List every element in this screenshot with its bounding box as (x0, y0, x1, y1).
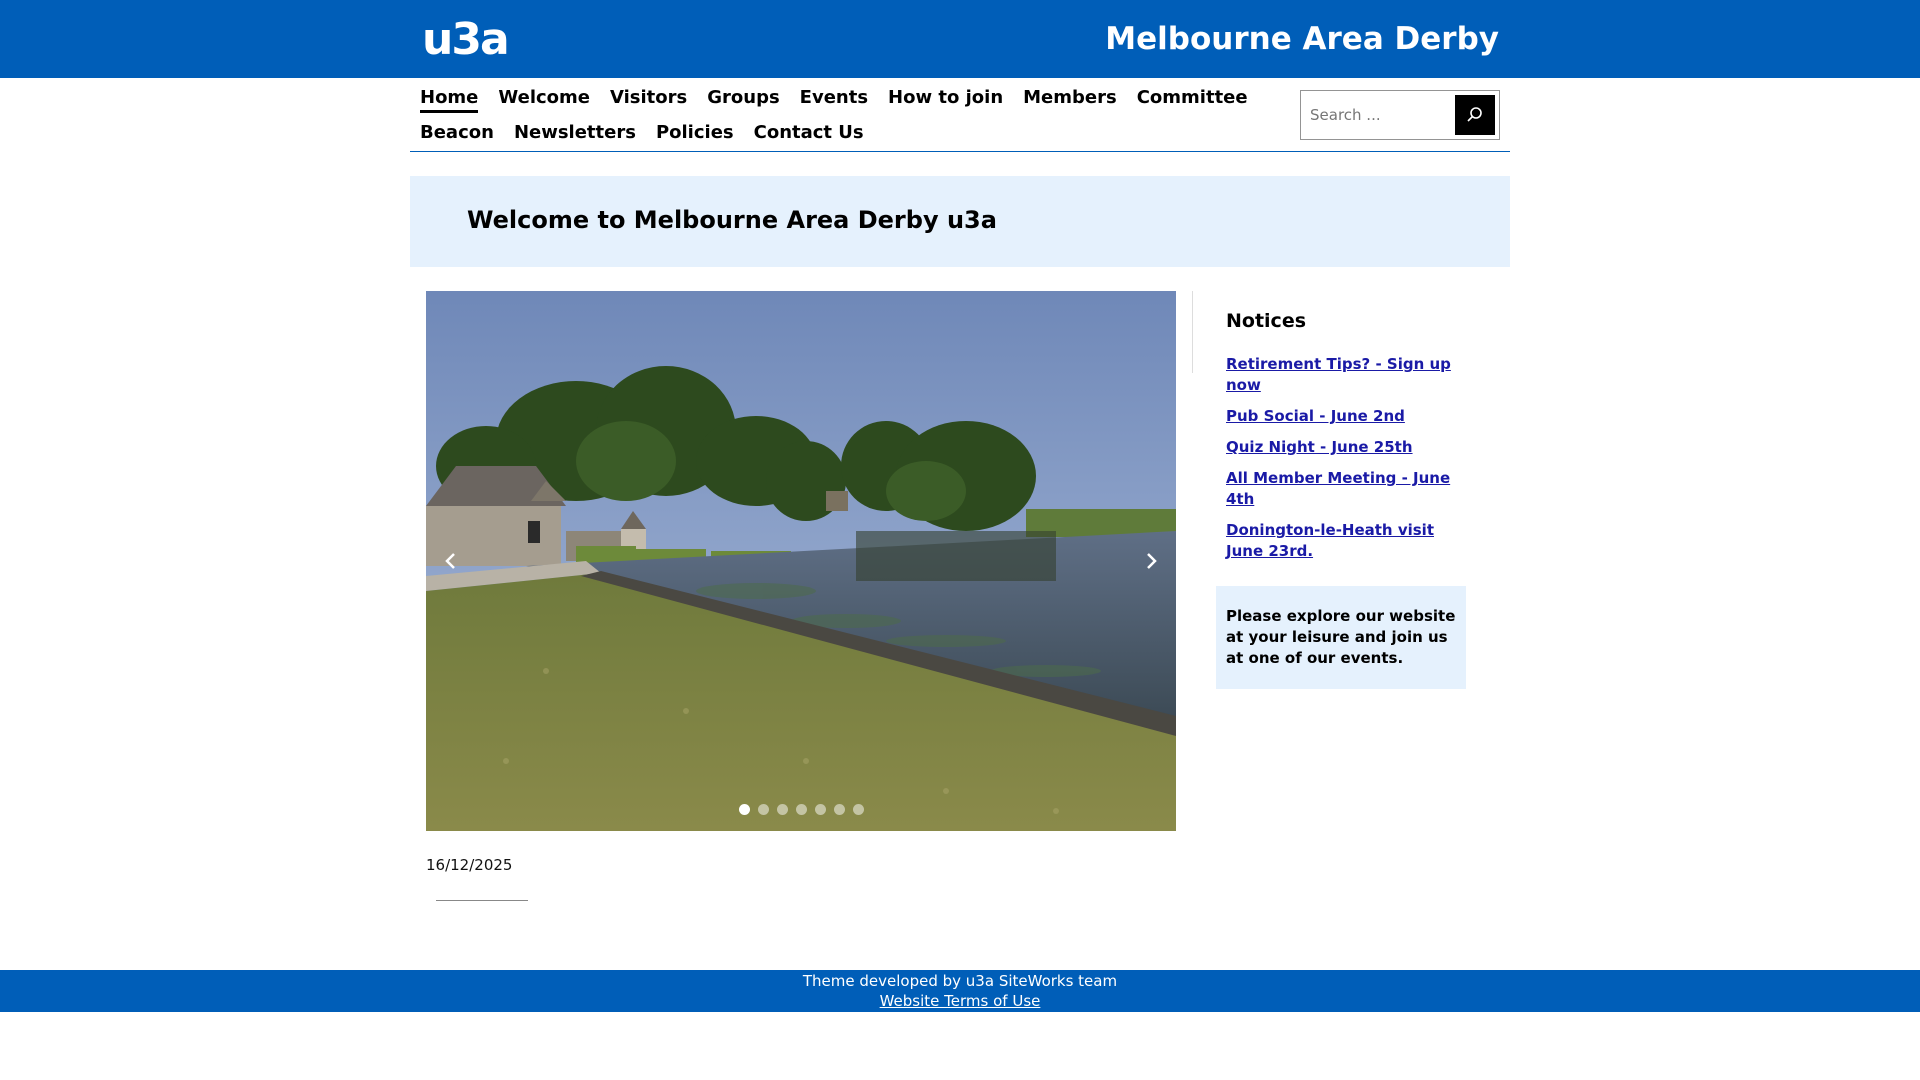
nav-item-beacon[interactable]: Beacon (420, 121, 494, 145)
nav-item-contact-us[interactable]: Contact Us (754, 121, 864, 145)
nav-item-policies[interactable]: Policies (656, 121, 734, 145)
list-item: Retirement Tips? - Sign up now (1226, 354, 1456, 396)
explore-callout: Please explore our website at your leisu… (1216, 586, 1466, 689)
nav-item-groups[interactable]: Groups (707, 86, 779, 113)
slider-dot[interactable] (757, 804, 769, 815)
notice-link[interactable]: Retirement Tips? - Sign up now (1226, 355, 1451, 394)
nav-menu: Home Welcome Visitors Groups Events How … (420, 86, 1280, 145)
post-date: 16/12/2025 (426, 856, 513, 874)
list-item: Quiz Night - June 25th (1226, 437, 1456, 458)
explore-text: Please explore our website at your leisu… (1226, 607, 1456, 667)
welcome-banner: Welcome to Melbourne Area Derby u3a (410, 176, 1510, 267)
notice-link[interactable]: Quiz Night - June 25th (1226, 438, 1413, 456)
image-slider (426, 291, 1176, 831)
page-title: Welcome to Melbourne Area Derby u3a (467, 206, 997, 234)
u3a-logo[interactable]: u3a (422, 18, 510, 62)
footer-credit: Theme developed by u3a SiteWorks team (802, 972, 1118, 990)
nav-item-members[interactable]: Members (1023, 86, 1117, 113)
separator (436, 900, 528, 901)
search-button[interactable] (1455, 95, 1495, 135)
list-item: All Member Meeting - June 4th (1226, 468, 1456, 510)
notices-heading: Notices (1226, 310, 1307, 332)
nav-item-welcome[interactable]: Welcome (498, 86, 590, 113)
nav-item-home[interactable]: Home (420, 86, 479, 113)
notice-link[interactable]: All Member Meeting - June 4th (1226, 469, 1450, 508)
chevron-right-icon (1147, 553, 1157, 569)
nav-item-events[interactable]: Events (800, 86, 868, 113)
site-title[interactable]: Melbourne Area Derby (1105, 20, 1499, 58)
notices-list: Retirement Tips? - Sign up now Pub Socia… (1226, 354, 1456, 572)
slider-dot[interactable] (738, 804, 750, 815)
list-item: Pub Social - June 2nd (1226, 406, 1456, 427)
chevron-left-icon (445, 553, 455, 569)
site-footer: Theme developed by u3a SiteWorks team We… (0, 970, 1920, 1012)
list-item: Donington-le-Heath visit June 23rd. (1226, 520, 1456, 562)
slider-pagination (426, 804, 1176, 815)
nav-item-newsletters[interactable]: Newsletters (514, 121, 636, 145)
slider-dot[interactable] (776, 804, 788, 815)
slider-next-button[interactable] (1136, 541, 1166, 581)
nav-item-how-to-join[interactable]: How to join (888, 86, 1003, 113)
notice-link[interactable]: Pub Social - June 2nd (1226, 407, 1405, 425)
terms-of-use-link[interactable]: Website Terms of Use (880, 991, 1041, 1011)
slide-image (426, 291, 1176, 831)
site-header: u3a Melbourne Area Derby (0, 0, 1920, 78)
slider-dot[interactable] (795, 804, 807, 815)
slider-dot[interactable] (852, 804, 864, 815)
sidebar-divider (1192, 291, 1193, 373)
slider-dot[interactable] (814, 804, 826, 815)
slider-prev-button[interactable] (436, 541, 466, 581)
nav-item-committee[interactable]: Committee (1137, 86, 1248, 113)
search-form (1300, 90, 1500, 140)
nav-item-visitors[interactable]: Visitors (610, 86, 687, 113)
search-input[interactable] (1302, 95, 1452, 135)
notice-link[interactable]: Donington-le-Heath visit June 23rd. (1226, 521, 1434, 560)
slider-dot[interactable] (833, 804, 845, 815)
search-icon (1467, 107, 1482, 122)
